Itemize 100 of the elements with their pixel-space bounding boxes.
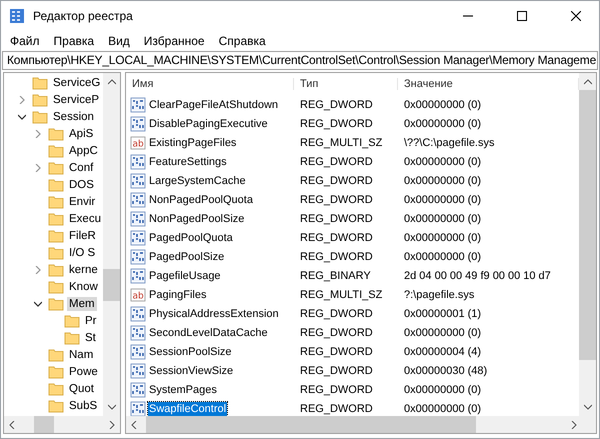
tree-item[interactable]: kerne bbox=[67, 262, 100, 276]
folder-icon bbox=[64, 314, 80, 328]
value-data: 0x00000000 (0) bbox=[403, 194, 482, 206]
tree-item[interactable]: Session bbox=[51, 110, 96, 124]
tree-item[interactable]: Quot bbox=[67, 382, 96, 396]
value-type: REG_DWORD bbox=[299, 174, 374, 186]
horizontal-scrollbar[interactable] bbox=[126, 416, 596, 433]
value-type: REG_DWORD bbox=[299, 250, 374, 262]
chevron-down-icon[interactable] bbox=[18, 112, 26, 120]
window-title: Редактор реестра bbox=[33, 9, 134, 23]
tree-item[interactable]: Powe bbox=[67, 364, 100, 378]
value-type: REG_DWORD bbox=[299, 346, 374, 358]
tree-item[interactable]: St bbox=[83, 330, 98, 344]
vertical-scrollbar[interactable] bbox=[579, 73, 596, 416]
scroll-right-icon[interactable] bbox=[570, 420, 578, 428]
value-name[interactable]: PagefileUsage bbox=[148, 268, 222, 282]
tree-item[interactable]: Envir bbox=[67, 194, 98, 208]
value-name[interactable]: SecondLevelDataCache bbox=[148, 326, 269, 340]
binary-value-icon bbox=[130, 382, 146, 398]
value-type: REG_DWORD bbox=[299, 326, 374, 338]
value-name[interactable]: DisablePagingExecutive bbox=[148, 116, 269, 130]
scroll-right-icon[interactable] bbox=[108, 420, 116, 428]
scroll-down-icon[interactable] bbox=[108, 403, 116, 411]
value-data: 0x00000000 (0) bbox=[403, 402, 482, 414]
value-type: REG_MULTI_SZ bbox=[299, 288, 384, 300]
binary-value-icon bbox=[130, 154, 146, 170]
tree-item[interactable]: AppC bbox=[67, 144, 100, 158]
folder-icon bbox=[48, 398, 64, 412]
value-name[interactable]: PagingFiles bbox=[148, 288, 208, 302]
menu-item[interactable]: Вид bbox=[101, 34, 137, 48]
address-field[interactable]: Компьютер\HKEY_LOCAL_MACHINE\SYSTEM\CurrentControlSet\Control\Session Manager\Memory Manageme bbox=[2, 51, 598, 70]
folder-icon bbox=[32, 110, 48, 124]
scroll-up-icon[interactable] bbox=[108, 78, 116, 86]
value-type: REG_DWORD bbox=[299, 232, 374, 244]
value-type: REG_DWORD bbox=[299, 364, 374, 376]
scroll-up-icon[interactable] bbox=[584, 78, 592, 86]
value-data: 0x00000000 (0) bbox=[403, 98, 482, 110]
binary-value-icon bbox=[130, 96, 146, 112]
tree-item[interactable]: ServiceG bbox=[51, 76, 102, 90]
value-name[interactable]: SystemPages bbox=[148, 382, 218, 396]
tree-item[interactable]: I/O S bbox=[67, 246, 98, 260]
column-header[interactable]: Тип bbox=[294, 78, 398, 90]
folder-icon bbox=[48, 126, 64, 140]
menu-item[interactable]: Избранное bbox=[136, 34, 212, 48]
scroll-left-icon[interactable] bbox=[8, 420, 16, 428]
chevron-down-icon[interactable] bbox=[34, 300, 42, 308]
value-name[interactable]: PagedPoolSize bbox=[148, 250, 226, 264]
menu-item[interactable]: Правка bbox=[46, 34, 102, 48]
value-data: 0x00000000 (0) bbox=[403, 250, 482, 262]
tree-item[interactable]: Pr bbox=[83, 314, 98, 328]
tree-item[interactable]: ServiceP bbox=[51, 92, 102, 106]
value-name[interactable]: LargeSystemCache bbox=[148, 174, 247, 188]
scrollbar-thumb[interactable] bbox=[103, 269, 120, 301]
horizontal-scrollbar[interactable] bbox=[4, 416, 120, 433]
tree-item[interactable]: SubS bbox=[67, 398, 100, 412]
binary-value-icon bbox=[130, 230, 146, 246]
tree-item[interactable]: DOS bbox=[67, 178, 96, 192]
chevron-right-icon[interactable] bbox=[34, 164, 42, 172]
tree-item[interactable]: ApiS bbox=[67, 126, 96, 140]
value-data: \??\C:\pagefile.sys bbox=[403, 136, 496, 148]
menu-item[interactable]: Файл bbox=[3, 34, 47, 48]
tree-item[interactable]: FileR bbox=[67, 228, 98, 242]
value-name[interactable]: NonPagedPoolQuota bbox=[148, 192, 254, 206]
chevron-right-icon[interactable] bbox=[18, 96, 26, 104]
value-data: ?:\pagefile.sys bbox=[403, 288, 476, 300]
value-name[interactable]: SessionViewSize bbox=[148, 364, 234, 378]
vertical-scrollbar[interactable] bbox=[103, 73, 120, 416]
folder-icon bbox=[48, 246, 64, 260]
chevron-right-icon[interactable] bbox=[34, 130, 42, 138]
value-name[interactable]: SessionPoolSize bbox=[148, 344, 233, 358]
value-name[interactable]: NonPagedPoolSize bbox=[148, 212, 246, 226]
folder-icon bbox=[32, 92, 48, 106]
scrollbar-thumb[interactable] bbox=[146, 416, 476, 433]
tree-item[interactable]: Mem bbox=[67, 296, 97, 310]
value-name[interactable]: PhysicalAddressExtension bbox=[148, 306, 280, 320]
tree-item[interactable]: Conf bbox=[67, 160, 96, 174]
value-name[interactable]: ExistingPageFiles bbox=[148, 136, 238, 150]
scrollbar-thumb[interactable] bbox=[34, 416, 54, 433]
registry-app-icon bbox=[9, 8, 25, 24]
tree-item[interactable]: Know bbox=[67, 280, 100, 294]
folder-icon bbox=[48, 348, 64, 362]
folder-icon bbox=[32, 76, 48, 90]
value-data: 0x00000000 (0) bbox=[403, 174, 482, 186]
scroll-left-icon[interactable] bbox=[130, 420, 138, 428]
value-name[interactable]: SwapfileControl bbox=[148, 402, 228, 416]
tree-item[interactable]: Execu bbox=[67, 212, 103, 226]
tree-item[interactable]: Nam bbox=[67, 348, 96, 362]
scrollbar-thumb[interactable] bbox=[579, 90, 596, 360]
binary-value-icon bbox=[130, 400, 146, 416]
menu-item[interactable]: Справка bbox=[212, 34, 273, 48]
binary-value-icon bbox=[130, 324, 146, 340]
folder-icon bbox=[48, 296, 64, 310]
value-name[interactable]: ClearPageFileAtShutdown bbox=[148, 98, 280, 112]
value-type: REG_DWORD bbox=[299, 194, 374, 206]
value-name[interactable]: FeatureSettings bbox=[148, 154, 228, 168]
value-name[interactable]: PagedPoolQuota bbox=[148, 230, 234, 244]
scroll-down-icon[interactable] bbox=[584, 403, 592, 411]
string-value-icon: ab bbox=[130, 286, 146, 302]
column-header[interactable]: Имя bbox=[126, 78, 294, 90]
chevron-right-icon[interactable] bbox=[34, 266, 42, 274]
